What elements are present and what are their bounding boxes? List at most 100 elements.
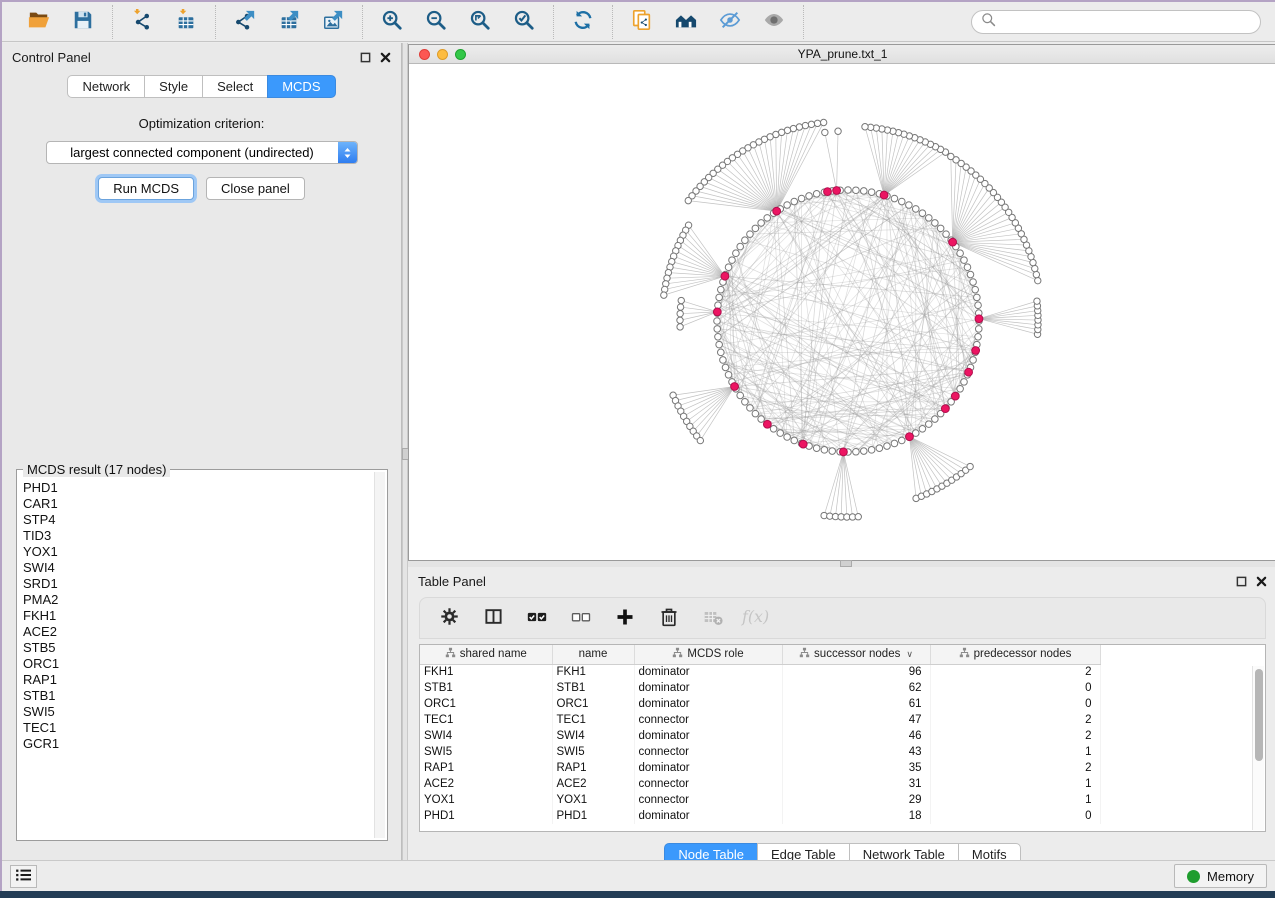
ring-node[interactable] <box>919 426 926 433</box>
mcds-hub-node[interactable] <box>731 383 739 391</box>
ring-node[interactable] <box>845 187 852 194</box>
leaf-node[interactable] <box>820 119 826 125</box>
table-cell[interactable]: 47 <box>782 712 930 728</box>
leaf-node[interactable] <box>1035 277 1041 283</box>
ring-node[interactable] <box>784 202 791 209</box>
leaf-node[interactable] <box>1032 265 1038 271</box>
mcds-node-item[interactable]: ORC1 <box>23 656 373 672</box>
ring-node[interactable] <box>937 225 944 232</box>
table-cell[interactable]: TEC1 <box>552 712 634 728</box>
table-cell[interactable]: 0 <box>930 808 1100 824</box>
table-cell[interactable]: dominator <box>634 696 782 712</box>
ring-node[interactable] <box>714 326 721 333</box>
ring-node[interactable] <box>932 416 939 423</box>
table-cell[interactable]: 35 <box>782 760 930 776</box>
table-cell[interactable]: FKH1 <box>420 664 552 680</box>
table-cell[interactable]: connector <box>634 744 782 760</box>
table-row[interactable]: SWI5SWI5connector431 <box>420 744 1100 760</box>
ring-node[interactable] <box>975 302 982 309</box>
table-cell[interactable]: 0 <box>930 680 1100 696</box>
node-table[interactable]: shared namenameMCDS rolesuccessor nodes∨… <box>419 644 1266 832</box>
ring-node[interactable] <box>912 206 919 213</box>
mcds-node-item[interactable]: CAR1 <box>23 496 373 512</box>
table-row[interactable]: STB1STB1dominator620 <box>420 680 1100 696</box>
ring-node[interactable] <box>868 189 875 196</box>
table-row[interactable]: FKH1FKH1dominator962 <box>420 664 1100 680</box>
horizontal-splitter-grip[interactable] <box>840 560 852 567</box>
ring-node[interactable] <box>758 416 765 423</box>
table-scrollbar[interactable] <box>1252 666 1264 830</box>
ring-node[interactable] <box>764 215 771 222</box>
ring-node[interactable] <box>737 243 744 250</box>
ring-node[interactable] <box>884 443 891 450</box>
tab-select[interactable]: Select <box>202 75 267 98</box>
table-cell[interactable]: SWI4 <box>420 728 552 744</box>
table-cell[interactable]: SWI4 <box>552 728 634 744</box>
table-cell[interactable]: YOX1 <box>552 792 634 808</box>
table-cell[interactable]: 29 <box>782 792 930 808</box>
table-cell[interactable]: 2 <box>930 728 1100 744</box>
mcds-hub-node[interactable] <box>949 238 957 246</box>
leaf-node[interactable] <box>677 324 683 330</box>
search-box[interactable] <box>971 10 1261 34</box>
ring-node[interactable] <box>974 294 981 301</box>
table-cell[interactable]: connector <box>634 792 782 808</box>
leaf-node[interactable] <box>661 292 667 298</box>
ring-node[interactable] <box>925 215 932 222</box>
mcds-result-list[interactable]: PHD1CAR1STP4TID3YOX1SWI4SRD1PMA2FKH1ACE2… <box>23 480 373 838</box>
export-network-button[interactable] <box>226 6 264 38</box>
leaf-node[interactable] <box>948 153 954 159</box>
ring-node[interactable] <box>925 421 932 428</box>
ring-node[interactable] <box>957 385 964 392</box>
table-scrollbar-thumb[interactable] <box>1255 669 1263 761</box>
table-cell[interactable]: 0 <box>930 696 1100 712</box>
mcds-node-item[interactable]: STB1 <box>23 688 373 704</box>
table-row[interactable]: TEC1TEC1connector472 <box>420 712 1100 728</box>
mcds-hub-node[interactable] <box>906 433 914 441</box>
hide-selected-button[interactable] <box>711 6 749 38</box>
apply-layout-button[interactable] <box>564 6 602 38</box>
ring-node[interactable] <box>853 448 860 455</box>
ring-node[interactable] <box>742 237 749 244</box>
table-cell[interactable]: 2 <box>930 664 1100 680</box>
ring-node[interactable] <box>891 440 898 447</box>
ring-node[interactable] <box>798 195 805 202</box>
ring-node[interactable] <box>715 333 722 340</box>
run-mcds-button[interactable]: Run MCDS <box>98 177 194 200</box>
leaf-node[interactable] <box>685 197 691 203</box>
ring-node[interactable] <box>733 250 740 257</box>
table-cell[interactable]: dominator <box>634 680 782 696</box>
mcds-hub-node[interactable] <box>763 420 771 428</box>
network-window-titlebar[interactable]: YPA_prune.txt_1 <box>409 45 1275 64</box>
toggle-panel-button[interactable] <box>478 603 508 633</box>
ring-node[interactable] <box>860 188 867 195</box>
ring-node[interactable] <box>737 392 744 399</box>
table-cell[interactable]: 46 <box>782 728 930 744</box>
table-cell[interactable]: YOX1 <box>420 792 552 808</box>
leaf-node[interactable] <box>855 514 861 520</box>
ring-node[interactable] <box>932 220 939 227</box>
mcds-node-item[interactable]: PHD1 <box>23 480 373 496</box>
ring-node[interactable] <box>791 437 798 444</box>
mcds-node-item[interactable]: PMA2 <box>23 592 373 608</box>
table-cell[interactable]: dominator <box>634 728 782 744</box>
ring-node[interactable] <box>725 371 732 378</box>
leaf-node[interactable] <box>697 437 703 443</box>
network-from-selection-button[interactable] <box>623 6 661 38</box>
leaf-node[interactable] <box>822 129 828 135</box>
table-cell[interactable]: 1 <box>930 744 1100 760</box>
leaf-node[interactable] <box>796 124 802 130</box>
ring-node[interactable] <box>718 349 725 356</box>
table-cell[interactable]: 61 <box>782 696 930 712</box>
table-cell[interactable]: ACE2 <box>552 776 634 792</box>
mcds-node-item[interactable]: STB5 <box>23 640 373 656</box>
table-cell[interactable]: dominator <box>634 664 782 680</box>
table-row[interactable]: PHD1PHD1dominator180 <box>420 808 1100 824</box>
ring-node[interactable] <box>716 294 723 301</box>
leaf-node[interactable] <box>1034 298 1040 304</box>
mcds-node-item[interactable]: SWI4 <box>23 560 373 576</box>
mcds-hub-node[interactable] <box>880 191 888 199</box>
table-cell[interactable]: 2 <box>930 712 1100 728</box>
ring-node[interactable] <box>891 195 898 202</box>
zoom-out-button[interactable] <box>417 6 455 38</box>
